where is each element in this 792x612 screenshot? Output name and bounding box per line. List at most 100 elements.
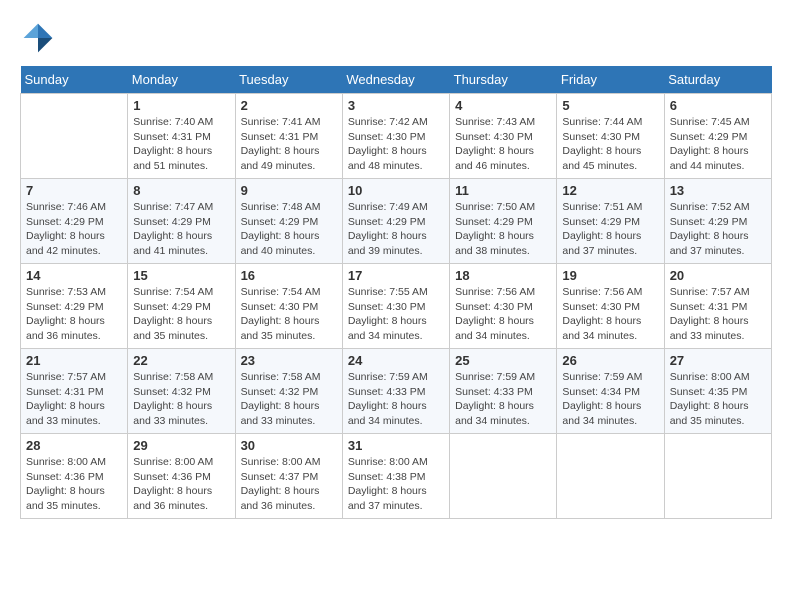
day-number: 15 (133, 268, 229, 283)
calendar-cell: 16 Sunrise: 7:54 AM Sunset: 4:30 PM Dayli… (235, 264, 342, 349)
day-number: 14 (26, 268, 122, 283)
calendar-cell: 6Sunrise: 7:45 AM Sunset: 4:29 PM Daylig… (664, 94, 771, 179)
calendar-cell: 21 Sunrise: 7:57 AM Sunset: 4:31 PM Dayli… (21, 349, 128, 434)
day-info: Sunrise: 7:58 AM Sunset: 4:32 PM Dayligh… (133, 370, 229, 429)
weekday-header-row: SundayMondayTuesdayWednesdayThursdayFrid… (21, 66, 772, 94)
day-number: 18 (455, 268, 551, 283)
calendar-cell: 3 Sunrise: 7:42 AM Sunset: 4:30 PM Daylig… (342, 94, 449, 179)
day-number: 8 (133, 183, 229, 198)
day-info: Sunrise: 8:00 AM Sunset: 4:37 PM Dayligh… (241, 455, 337, 514)
day-info: Sunrise: 7:43 AM Sunset: 4:30 PM Dayligh… (455, 115, 551, 174)
day-number: 19 (562, 268, 658, 283)
day-info: Sunrise: 7:45 AM Sunset: 4:29 PM Dayligh… (670, 115, 766, 174)
day-info: Sunrise: 7:57 AM Sunset: 4:31 PM Dayligh… (670, 285, 766, 344)
weekday-header-monday: Monday (128, 66, 235, 94)
weekday-header-thursday: Thursday (450, 66, 557, 94)
calendar-cell: 12Sunrise: 7:51 AM Sunset: 4:29 PM Dayli… (557, 179, 664, 264)
calendar-cell (664, 434, 771, 519)
calendar-cell: 8 Sunrise: 7:47 AM Sunset: 4:29 PM Daylig… (128, 179, 235, 264)
calendar-cell (557, 434, 664, 519)
weekday-header-wednesday: Wednesday (342, 66, 449, 94)
day-number: 4 (455, 98, 551, 113)
day-number: 2 (241, 98, 337, 113)
day-number: 9 (241, 183, 337, 198)
calendar-cell: 13 Sunrise: 7:52 AM Sunset: 4:29 PM Dayli… (664, 179, 771, 264)
calendar-cell: 30 Sunrise: 8:00 AM Sunset: 4:37 PM Dayli… (235, 434, 342, 519)
day-number: 28 (26, 438, 122, 453)
day-number: 13 (670, 183, 766, 198)
calendar-cell: 25 Sunrise: 7:59 AM Sunset: 4:33 PM Dayli… (450, 349, 557, 434)
day-number: 24 (348, 353, 444, 368)
day-info: Sunrise: 7:41 AM Sunset: 4:31 PM Dayligh… (241, 115, 337, 174)
calendar-cell: 27Sunrise: 8:00 AM Sunset: 4:35 PM Dayli… (664, 349, 771, 434)
calendar-cell: 31 Sunrise: 8:00 AM Sunset: 4:38 PM Dayli… (342, 434, 449, 519)
page-header (20, 20, 772, 56)
calendar-cell: 26 Sunrise: 7:59 AM Sunset: 4:34 PM Dayli… (557, 349, 664, 434)
calendar-cell: 19Sunrise: 7:56 AM Sunset: 4:30 PM Dayli… (557, 264, 664, 349)
weekday-header-sunday: Sunday (21, 66, 128, 94)
day-info: Sunrise: 7:42 AM Sunset: 4:30 PM Dayligh… (348, 115, 444, 174)
calendar-cell (450, 434, 557, 519)
calendar-cell: 1 Sunrise: 7:40 AM Sunset: 4:31 PM Daylig… (128, 94, 235, 179)
calendar-cell: 5 Sunrise: 7:44 AM Sunset: 4:30 PM Daylig… (557, 94, 664, 179)
calendar-table: SundayMondayTuesdayWednesdayThursdayFrid… (20, 66, 772, 519)
calendar-week-4: 21 Sunrise: 7:57 AM Sunset: 4:31 PM Dayli… (21, 349, 772, 434)
calendar-cell: 9Sunrise: 7:48 AM Sunset: 4:29 PM Daylig… (235, 179, 342, 264)
day-info: Sunrise: 8:00 AM Sunset: 4:38 PM Dayligh… (348, 455, 444, 514)
calendar-cell: 4 Sunrise: 7:43 AM Sunset: 4:30 PM Daylig… (450, 94, 557, 179)
calendar-week-2: 7Sunrise: 7:46 AM Sunset: 4:29 PM Daylig… (21, 179, 772, 264)
day-number: 23 (241, 353, 337, 368)
calendar-cell: 23 Sunrise: 7:58 AM Sunset: 4:32 PM Dayli… (235, 349, 342, 434)
day-info: Sunrise: 7:59 AM Sunset: 4:34 PM Dayligh… (562, 370, 658, 429)
day-number: 11 (455, 183, 551, 198)
day-number: 3 (348, 98, 444, 113)
day-info: Sunrise: 7:59 AM Sunset: 4:33 PM Dayligh… (348, 370, 444, 429)
day-info: Sunrise: 7:40 AM Sunset: 4:31 PM Dayligh… (133, 115, 229, 174)
calendar-cell: 7Sunrise: 7:46 AM Sunset: 4:29 PM Daylig… (21, 179, 128, 264)
day-info: Sunrise: 7:53 AM Sunset: 4:29 PM Dayligh… (26, 285, 122, 344)
weekday-header-friday: Friday (557, 66, 664, 94)
day-number: 5 (562, 98, 658, 113)
day-number: 10 (348, 183, 444, 198)
day-number: 16 (241, 268, 337, 283)
calendar-cell: 29 Sunrise: 8:00 AM Sunset: 4:36 PM Dayli… (128, 434, 235, 519)
day-info: Sunrise: 7:56 AM Sunset: 4:30 PM Dayligh… (455, 285, 551, 344)
calendar-cell: 20 Sunrise: 7:57 AM Sunset: 4:31 PM Dayli… (664, 264, 771, 349)
calendar-week-5: 28 Sunrise: 8:00 AM Sunset: 4:36 PM Dayli… (21, 434, 772, 519)
day-number: 12 (562, 183, 658, 198)
calendar-cell: 11Sunrise: 7:50 AM Sunset: 4:29 PM Dayli… (450, 179, 557, 264)
calendar-cell: 15 Sunrise: 7:54 AM Sunset: 4:29 PM Dayli… (128, 264, 235, 349)
day-info: Sunrise: 8:00 AM Sunset: 4:35 PM Dayligh… (670, 370, 766, 429)
day-number: 26 (562, 353, 658, 368)
calendar-cell: 22 Sunrise: 7:58 AM Sunset: 4:32 PM Dayli… (128, 349, 235, 434)
day-info: Sunrise: 7:54 AM Sunset: 4:29 PM Dayligh… (133, 285, 229, 344)
calendar-cell: 18 Sunrise: 7:56 AM Sunset: 4:30 PM Dayli… (450, 264, 557, 349)
day-info: Sunrise: 7:47 AM Sunset: 4:29 PM Dayligh… (133, 200, 229, 259)
day-info: Sunrise: 8:00 AM Sunset: 4:36 PM Dayligh… (133, 455, 229, 514)
day-number: 29 (133, 438, 229, 453)
day-number: 1 (133, 98, 229, 113)
day-info: Sunrise: 7:57 AM Sunset: 4:31 PM Dayligh… (26, 370, 122, 429)
day-info: Sunrise: 7:46 AM Sunset: 4:29 PM Dayligh… (26, 200, 122, 259)
day-number: 22 (133, 353, 229, 368)
calendar-cell: 24 Sunrise: 7:59 AM Sunset: 4:33 PM Dayli… (342, 349, 449, 434)
calendar-cell: 2 Sunrise: 7:41 AM Sunset: 4:31 PM Daylig… (235, 94, 342, 179)
calendar-cell (21, 94, 128, 179)
day-number: 20 (670, 268, 766, 283)
day-info: Sunrise: 7:58 AM Sunset: 4:32 PM Dayligh… (241, 370, 337, 429)
day-info: Sunrise: 7:54 AM Sunset: 4:30 PM Dayligh… (241, 285, 337, 344)
day-number: 31 (348, 438, 444, 453)
day-info: Sunrise: 7:44 AM Sunset: 4:30 PM Dayligh… (562, 115, 658, 174)
calendar-cell: 10Sunrise: 7:49 AM Sunset: 4:29 PM Dayli… (342, 179, 449, 264)
calendar-week-1: 1 Sunrise: 7:40 AM Sunset: 4:31 PM Daylig… (21, 94, 772, 179)
day-number: 25 (455, 353, 551, 368)
day-number: 30 (241, 438, 337, 453)
calendar-cell: 14 Sunrise: 7:53 AM Sunset: 4:29 PM Dayli… (21, 264, 128, 349)
day-info: Sunrise: 7:59 AM Sunset: 4:33 PM Dayligh… (455, 370, 551, 429)
day-number: 21 (26, 353, 122, 368)
day-info: Sunrise: 8:00 AM Sunset: 4:36 PM Dayligh… (26, 455, 122, 514)
calendar-week-3: 14 Sunrise: 7:53 AM Sunset: 4:29 PM Dayli… (21, 264, 772, 349)
weekday-header-saturday: Saturday (664, 66, 771, 94)
day-info: Sunrise: 7:52 AM Sunset: 4:29 PM Dayligh… (670, 200, 766, 259)
calendar-cell: 17Sunrise: 7:55 AM Sunset: 4:30 PM Dayli… (342, 264, 449, 349)
